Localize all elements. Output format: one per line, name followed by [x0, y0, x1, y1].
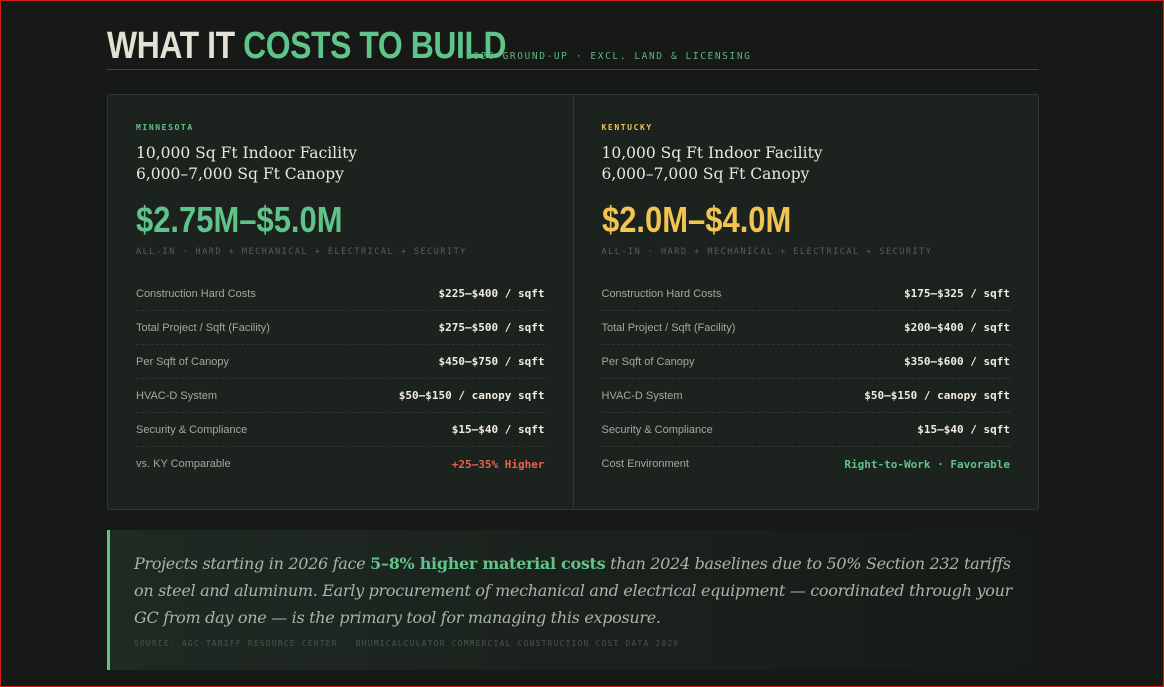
cost-breakdown: Construction Hard Costs $175–$325 / sqft … — [601, 277, 1011, 481]
facility-line-1: 10,000 Sq Ft Indoor Facility — [601, 144, 823, 162]
row-label: Security & Compliance — [601, 423, 713, 436]
row-label: Security & Compliance — [136, 423, 248, 436]
cost-comparison-cards: MINNESOTA 10,000 Sq Ft Indoor Facility 6… — [107, 94, 1039, 510]
cost-row: Construction Hard Costs $225–$400 / sqft — [136, 277, 545, 311]
comparison-value: +25–35% Higher — [451, 457, 545, 471]
cost-row: HVAC-D System $50–$150 / canopy sqft — [601, 379, 1010, 413]
facility-description: 10,000 Sq Ft Indoor Facility 6,000–7,000… — [602, 143, 1011, 185]
row-value: $350–$600 / sqft — [904, 355, 1010, 368]
row-label: Construction Hard Costs — [601, 287, 722, 300]
cost-row: Per Sqft of Canopy $450–$750 / sqft — [136, 345, 545, 379]
row-value: $15–$40 / sqft — [451, 423, 545, 436]
callout-text-before: Projects starting in 2026 face — [134, 554, 371, 573]
cost-row: Total Project / Sqft (Facility) $275–$500… — [136, 311, 545, 345]
cost-scope-note: ALL-IN · HARD + MECHANICAL + ELECTRICAL … — [601, 247, 933, 257]
cost-row: Total Project / Sqft (Facility) $200–$400… — [601, 311, 1010, 345]
cost-range: $2.75M–$5.0M — [136, 199, 343, 240]
row-value: $225–$400 / sqft — [438, 287, 545, 300]
cost-row: Construction Hard Costs $175–$325 / sqft — [601, 277, 1010, 311]
callout-highlight: 5–8% higher material costs — [370, 554, 606, 573]
row-value: $450–$750 / sqft — [438, 355, 545, 368]
environment-value: Right-to-Work · Favorable — [844, 457, 1010, 471]
cost-scope-note: ALL-IN · HARD + MECHANICAL + ELECTRICAL … — [136, 247, 467, 257]
facility-line-1: 10,000 Sq Ft Indoor Facility — [136, 144, 358, 162]
state-label: MINNESOTA — [136, 123, 194, 132]
row-label: Cost Environment — [601, 458, 689, 470]
cost-row: HVAC-D System $50–$150 / canopy sqft — [136, 379, 545, 413]
row-value: $50–$150 / canopy sqft — [398, 389, 545, 402]
facility-line-2: 6,000–7,000 Sq Ft Canopy — [136, 165, 344, 183]
cost-breakdown: Construction Hard Costs $225–$400 / sqft … — [136, 277, 545, 481]
title-part-1: WHAT IT — [107, 25, 244, 67]
row-value: $15–$40 / sqft — [917, 423, 1010, 436]
row-label: HVAC-D System — [601, 389, 683, 402]
cost-row: Cost Environment Right-to-Work · Favorabl… — [602, 447, 1011, 481]
row-label: Total Project / Sqft (Facility) — [601, 321, 736, 334]
row-label: Per Sqft of Canopy — [136, 355, 229, 368]
facility-line-2: 6,000–7,000 Sq Ft Canopy — [601, 165, 810, 183]
callout-text: Projects starting in 2026 face 5–8% high… — [134, 550, 1015, 631]
row-value: $275–$500 / sqft — [438, 321, 545, 334]
row-label: Construction Hard Costs — [136, 287, 256, 300]
cost-row: Security & Compliance $15–$40 / sqft — [136, 413, 545, 447]
row-label: Per Sqft of Canopy — [601, 355, 695, 368]
cost-range: $2.0M–$4.0M — [601, 199, 791, 240]
row-label: Total Project / Sqft (Facility) — [136, 321, 270, 334]
row-value: $50–$150 / canopy sqft — [864, 389, 1010, 402]
row-label: HVAC-D System — [136, 389, 218, 402]
page-title: WHAT IT COSTS TO BUILD — [107, 25, 507, 67]
section-header: WHAT IT COSTS TO BUILD 2026 GROUND-UP · … — [107, 26, 1039, 70]
cost-row: vs. KY Comparable +25–35% Higher — [136, 447, 545, 481]
state-label: KENTUCKY — [601, 123, 653, 132]
cost-row: Security & Compliance $15–$40 / sqft — [601, 413, 1010, 447]
row-label: vs. KY Comparable — [136, 458, 231, 470]
row-value: $200–$400 / sqft — [904, 321, 1010, 334]
facility-description: 10,000 Sq Ft Indoor Facility 6,000–7,000… — [136, 143, 545, 185]
tariff-callout: Projects starting in 2026 face 5–8% high… — [107, 530, 1039, 670]
card-kentucky: KENTUCKY 10,000 Sq Ft Indoor Facility 6,… — [572, 95, 1039, 509]
cost-row: Per Sqft of Canopy $350–$600 / sqft — [601, 345, 1010, 379]
row-value: $175–$325 / sqft — [904, 287, 1010, 300]
card-minnesota: MINNESOTA 10,000 Sq Ft Indoor Facility 6… — [108, 95, 573, 509]
page-subtitle: 2026 GROUND-UP · EXCL. LAND & LICENSING — [466, 51, 752, 62]
source-citation: SOURCE: AGC TARIFF RESOURCE CENTER · BHU… — [134, 639, 680, 648]
